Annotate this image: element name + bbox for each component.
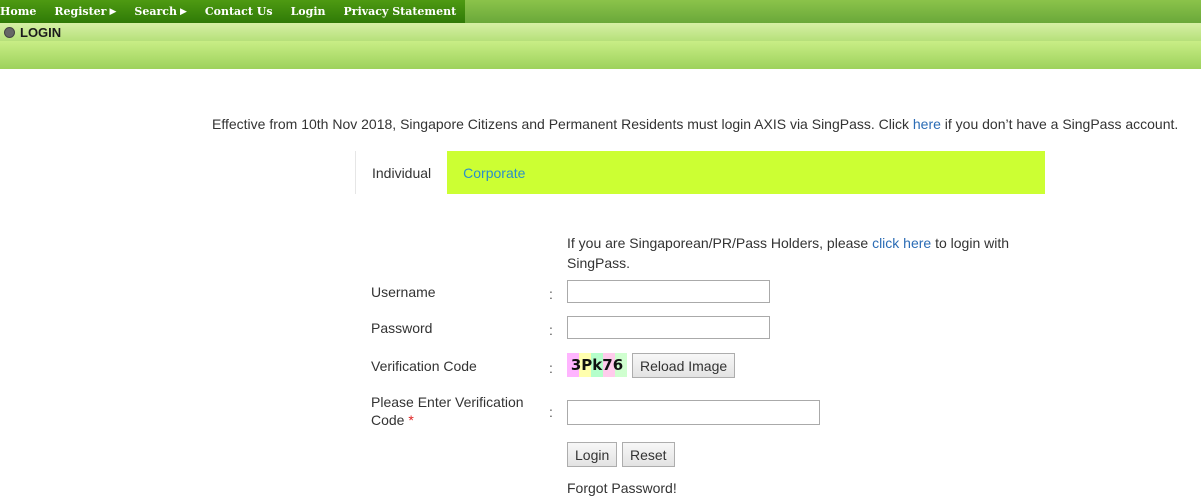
nav-contact-us[interactable]: Contact Us xyxy=(196,5,282,18)
login-type-tabs: Individual Corporate xyxy=(355,151,1045,194)
nav-register[interactable]: Register ▶ xyxy=(45,5,125,18)
tab-individual[interactable]: Individual xyxy=(355,151,448,194)
nav-register-label: Register xyxy=(54,5,107,18)
caret-right-icon: ▶ xyxy=(109,6,117,17)
login-header-bar: LOGIN xyxy=(0,23,1201,69)
username-input[interactable] xyxy=(567,280,770,303)
login-button[interactable]: Login xyxy=(567,442,618,467)
password-colon: : xyxy=(549,322,553,338)
nav-privacy-statement[interactable]: Privacy Statement xyxy=(335,5,466,18)
enter-code-label-line2: Code xyxy=(371,412,405,428)
tab-corporate[interactable]: Corporate xyxy=(447,151,541,194)
singpass-notice: Effective from 10th Nov 2018, Singapore … xyxy=(212,116,1178,132)
enter-code-colon: : xyxy=(549,404,553,420)
password-input[interactable] xyxy=(567,316,770,339)
bullet-icon xyxy=(4,26,15,38)
password-label: Password xyxy=(371,320,433,336)
singpass-text-before: If you are Singaporean/PR/Pass Holders, … xyxy=(567,235,873,251)
reload-image-button[interactable]: Reload Image xyxy=(632,353,736,378)
enter-code-label: Please Enter Verification Code * xyxy=(371,393,524,429)
verification-code-input[interactable] xyxy=(567,400,820,425)
username-label: Username xyxy=(371,284,436,300)
nav-login[interactable]: Login xyxy=(282,5,335,18)
singpass-click-here-link[interactable]: click here xyxy=(872,235,931,251)
nav-filler xyxy=(465,0,1201,23)
nav-search[interactable]: Search ▶ xyxy=(125,5,195,18)
captcha-image: 3Pk76 xyxy=(567,353,627,377)
notice-here-link[interactable]: here xyxy=(913,116,941,132)
reset-button[interactable]: Reset xyxy=(622,442,675,467)
header-band xyxy=(0,23,1201,41)
singpass-instruction: If you are Singaporean/PR/Pass Holders, … xyxy=(567,233,1009,273)
forgot-password-link[interactable]: Forgot Password! xyxy=(567,480,677,496)
notice-text-before: Effective from 10th Nov 2018, Singapore … xyxy=(212,116,913,132)
top-navigation-bar: Home Register ▶ Search ▶ Contact Us Login … xyxy=(0,0,1201,23)
notice-text-after: if you don’t have a SingPass account. xyxy=(940,116,1179,132)
caret-right-icon: ▶ xyxy=(179,6,187,17)
page-title: LOGIN xyxy=(4,23,61,41)
enter-code-label-line1: Please Enter Verification xyxy=(371,394,524,410)
singpass-text-after: to login with xyxy=(931,235,1010,251)
verification-code-colon: : xyxy=(549,360,553,376)
verification-code-label: Verification Code xyxy=(371,358,477,374)
nav-home[interactable]: Home xyxy=(0,5,45,18)
singpass-text-line2: SingPass. xyxy=(567,255,631,271)
required-asterisk: * xyxy=(408,412,414,428)
page-title-text: LOGIN xyxy=(20,24,62,40)
username-colon: : xyxy=(549,286,553,302)
nav-search-label: Search xyxy=(134,5,177,18)
